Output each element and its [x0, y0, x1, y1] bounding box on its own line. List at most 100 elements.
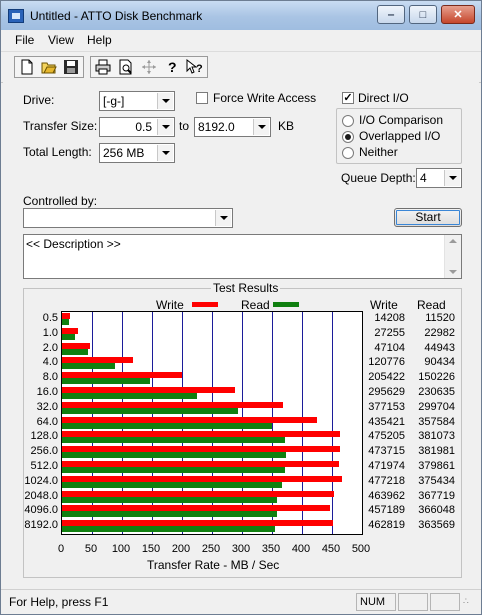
context-help-button[interactable]: ?	[185, 58, 205, 76]
neither-radio[interactable]	[342, 147, 354, 159]
status-panel-empty	[430, 593, 460, 611]
read-value: 299704	[418, 400, 455, 413]
total-length-value: 256 MB	[103, 146, 145, 160]
read-bar	[62, 526, 275, 533]
x-tick-label: 500	[351, 543, 371, 555]
read-value: 90434	[424, 356, 455, 369]
read-bar	[62, 511, 277, 518]
chevron-down-icon[interactable]	[157, 119, 173, 135]
start-button[interactable]: Start	[394, 208, 462, 227]
direct-io-checkbox[interactable]: ✓	[342, 92, 354, 104]
status-panel-empty	[398, 593, 428, 611]
open-icon	[41, 62, 57, 74]
save-icon	[64, 60, 78, 74]
read-bar	[62, 481, 282, 488]
transfer-from-value: 0.5	[135, 120, 152, 134]
read-value: 381073	[418, 430, 455, 443]
write-value: 120776	[368, 356, 405, 369]
transfer-to-value: 8192.0	[198, 120, 235, 134]
size-label: 2048.0	[24, 489, 58, 502]
io-comparison-label: I/O Comparison	[359, 113, 444, 127]
size-label: 8192.0	[24, 519, 58, 532]
total-length-select[interactable]: 256 MB	[99, 143, 175, 163]
queue-depth-value: 4	[420, 171, 427, 185]
status-bar: For Help, press F1 NUM ∴	[1, 589, 481, 614]
menu-help[interactable]: Help	[87, 33, 112, 47]
chevron-down-icon[interactable]	[157, 145, 173, 161]
size-label: 2.0	[42, 341, 58, 354]
transfer-to-label: to	[179, 119, 190, 133]
resize-grip-icon[interactable]: ∴	[463, 596, 469, 607]
legend-read-label: Read	[241, 298, 270, 312]
legend-write-swatch	[192, 302, 218, 307]
size-label: 1.0	[42, 326, 58, 339]
results-plot	[61, 311, 363, 535]
x-tick-label: 50	[84, 543, 98, 555]
transfer-size-label: Transfer Size:	[23, 119, 98, 133]
read-value: 11520	[425, 312, 455, 324]
io-comparison-radio[interactable]	[342, 115, 354, 127]
window-title: Untitled - ATTO Disk Benchmark	[30, 9, 203, 23]
scroll-up-icon[interactable]	[449, 239, 457, 243]
toolbar-group-file	[14, 56, 84, 78]
write-value: 471974	[368, 460, 405, 472]
chevron-down-icon[interactable]	[444, 170, 460, 186]
size-label: 4096.0	[24, 504, 58, 517]
write-value: 475205	[368, 430, 405, 443]
menu-view[interactable]: View	[48, 33, 74, 47]
print-preview-button[interactable]	[116, 58, 136, 76]
force-write-checkbox[interactable]	[196, 92, 208, 104]
write-value: 295629	[368, 386, 405, 398]
description-box[interactable]: << Description >>	[23, 234, 462, 279]
toolbar: ? ?	[1, 51, 481, 83]
new-button[interactable]	[17, 58, 37, 76]
drive-select[interactable]: [-g-]	[99, 91, 175, 111]
read-bar	[62, 378, 151, 385]
read-value: 22982	[424, 326, 455, 339]
transfer-from-select[interactable]: 0.5	[99, 117, 175, 137]
chevron-down-icon[interactable]	[157, 93, 173, 109]
write-value: 377153	[368, 400, 405, 413]
minimize-button[interactable]: ‒	[377, 5, 405, 24]
status-text: For Help, press F1	[9, 595, 109, 609]
read-bar	[62, 467, 285, 473]
neither-label: Neither	[359, 145, 398, 159]
size-label: 512.0	[30, 460, 58, 472]
description-scrollbar[interactable]	[444, 235, 461, 278]
x-tick-label: 0	[57, 543, 65, 555]
print-button[interactable]	[93, 58, 113, 76]
svg-text:?: ?	[168, 59, 177, 75]
queue-depth-label: Queue Depth:	[341, 171, 416, 185]
size-label: 32.0	[36, 400, 58, 413]
scroll-down-icon[interactable]	[449, 270, 457, 274]
help-button[interactable]: ?	[162, 58, 182, 76]
controlled-by-select[interactable]	[23, 208, 233, 228]
transfer-to-select[interactable]: 8192.0	[194, 117, 271, 137]
title-bar[interactable]: Untitled - ATTO Disk Benchmark ‒ □ ✕	[1, 1, 481, 30]
write-value: 457189	[368, 504, 405, 517]
move-icon	[142, 60, 156, 74]
read-column-header: Read	[417, 298, 446, 312]
close-button[interactable]: ✕	[441, 5, 475, 24]
chevron-down-icon[interactable]	[215, 210, 231, 226]
save-button[interactable]	[61, 58, 81, 76]
write-value: 47104	[374, 341, 405, 354]
maximize-button[interactable]: □	[409, 5, 437, 24]
write-value: 477218	[368, 474, 405, 487]
x-tick-label: 200	[171, 543, 191, 555]
queue-depth-select[interactable]: 4	[416, 168, 462, 188]
overlapped-io-radio[interactable]	[342, 131, 354, 143]
chevron-down-icon[interactable]	[253, 119, 269, 135]
move-button[interactable]	[139, 58, 159, 76]
controlled-by-label: Controlled by:	[23, 194, 98, 208]
legend-read-swatch	[273, 302, 299, 307]
size-label: 16.0	[36, 386, 58, 398]
write-value: 27255	[374, 326, 405, 339]
direct-io-label: Direct I/O	[358, 91, 409, 105]
toolbar-group-tools: ? ?	[90, 56, 208, 78]
menu-file[interactable]: File	[15, 33, 34, 47]
drive-value: [-g-]	[103, 94, 125, 108]
size-label: 4.0	[42, 356, 58, 369]
open-button[interactable]	[39, 58, 59, 76]
read-bar	[62, 333, 76, 340]
